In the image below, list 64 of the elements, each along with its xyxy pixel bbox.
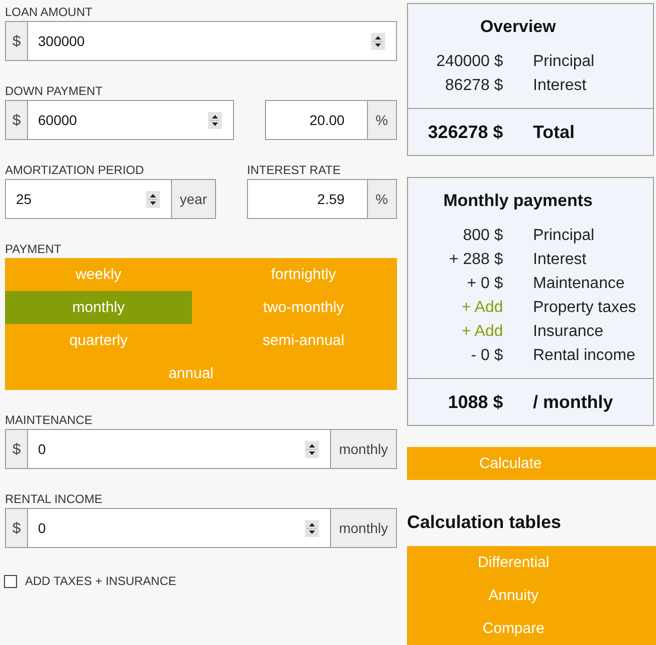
stepper-icon[interactable] [208, 112, 222, 128]
number-input[interactable]: 0 [27, 429, 331, 469]
field-label: PAYMENT [5, 241, 62, 258]
unit-label: year [172, 179, 216, 219]
frequency-option[interactable]: weekly [5, 258, 192, 291]
number-input[interactable]: 300000 [27, 21, 397, 61]
frequency-option[interactable]: two-monthly [210, 291, 397, 324]
section-heading: Calculation tables [407, 513, 562, 531]
amount-label: Principal [533, 226, 594, 246]
amount-label: Principal [533, 52, 594, 72]
panel-title: Monthly payments [442, 190, 594, 210]
frequency-option[interactable]: annual [5, 357, 397, 390]
amount-label: Insurance [533, 322, 604, 342]
currency-label: $ [5, 21, 27, 61]
amount-value: + 0 $ [466, 274, 503, 294]
amount-label: Interest [533, 250, 586, 270]
total-value: 1088 $ [448, 391, 503, 414]
number-input[interactable]: 0 [27, 508, 331, 548]
amount-value: - 0 $ [470, 346, 503, 366]
currency-label: $ [5, 508, 27, 548]
menu-link[interactable]: Differential [407, 546, 656, 579]
stepper-icon[interactable] [304, 520, 319, 536]
field-label: AMORTIZATION PERIOD [5, 162, 145, 179]
frequency-option[interactable]: monthly [5, 291, 192, 324]
amount-label: Interest [533, 76, 586, 96]
stepper-icon[interactable] [371, 32, 385, 50]
calculate-button[interactable]: Calculate [407, 447, 656, 480]
total-label: / monthly [533, 391, 613, 414]
number-input[interactable]: 2.59 [247, 179, 368, 219]
amount-value: 240000 $ [436, 52, 503, 72]
frequency-option[interactable]: fortnightly [210, 258, 397, 291]
menu-link[interactable]: Annuity [407, 579, 656, 612]
unit-label: % [368, 179, 397, 219]
total-label: Total [533, 121, 575, 144]
unit-label: % [368, 100, 397, 140]
amount-label: Property taxes [533, 298, 636, 318]
panel-title: Overview [479, 16, 557, 36]
amount-value: + 288 $ [449, 250, 503, 270]
unit-label: monthly [330, 508, 397, 548]
number-input[interactable]: 60000 [27, 100, 234, 140]
frequency-option[interactable]: quarterly [5, 324, 192, 357]
amount-value: 86278 $ [445, 76, 503, 96]
amount-value: 800 $ [462, 226, 503, 246]
amount-label: Maintenance [533, 274, 625, 294]
checkbox[interactable] [4, 574, 17, 588]
unit-label: monthly [330, 429, 397, 469]
add-link[interactable]: + Add [462, 296, 503, 320]
frequency-option[interactable]: semi-annual [210, 324, 397, 357]
stepper-icon[interactable] [304, 440, 319, 458]
amount-label: Rental income [533, 346, 636, 366]
field-label: LOAN AMOUNT [5, 4, 94, 21]
number-input[interactable]: 25 [5, 179, 172, 219]
number-input[interactable]: 20.00 [265, 100, 368, 140]
field-label: DOWN PAYMENT [5, 83, 104, 100]
menu-link[interactable]: Compare [407, 612, 656, 645]
currency-label: $ [5, 429, 27, 469]
stepper-icon[interactable] [146, 190, 160, 208]
total-value: 326278 $ [428, 121, 503, 144]
field-label: MAINTENANCE [5, 412, 94, 429]
field-label: RENTAL INCOME [5, 491, 104, 508]
field-label: INTEREST RATE [247, 162, 342, 179]
add-link[interactable]: + Add [462, 320, 503, 344]
checkbox-label[interactable]: ADD TAXES + INSURANCE [25, 574, 176, 588]
currency-label: $ [5, 100, 27, 140]
